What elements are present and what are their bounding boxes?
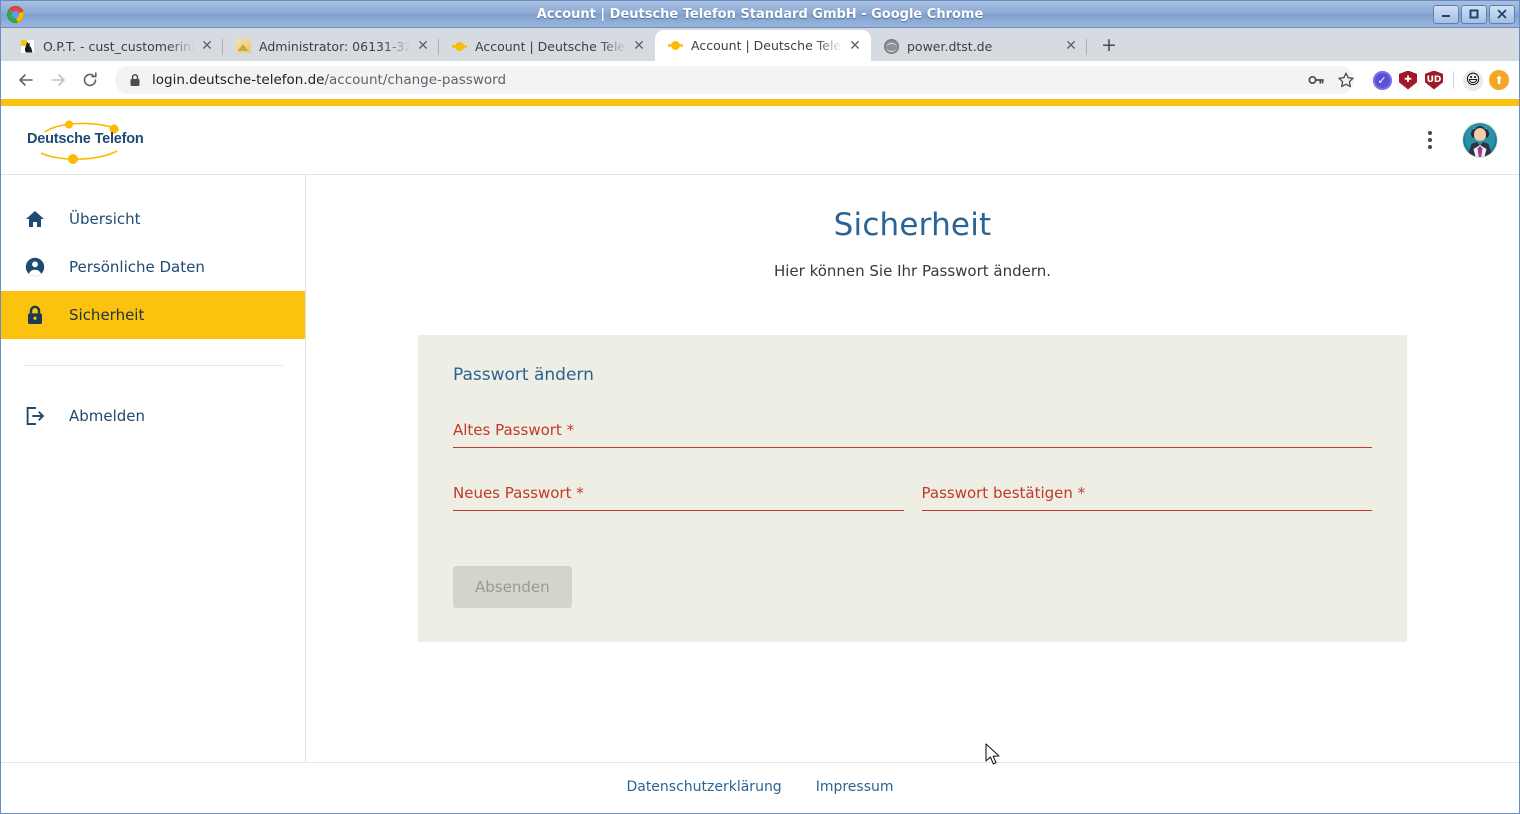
forward-icon[interactable] <box>43 65 73 95</box>
page-subtitle: Hier können Sie Ihr Passwort ändern. <box>773 262 1052 280</box>
sidebar-item-abmelden[interactable]: Abmelden <box>1 392 305 440</box>
key-icon[interactable] <box>1302 66 1330 94</box>
minimize-button[interactable] <box>1433 4 1459 24</box>
page-footer: Datenschutzerklärung Impressum <box>1 762 1519 813</box>
browser-tab-active[interactable]: Account | Deutsche Telefo ✕ <box>655 30 871 61</box>
upload-extension-icon[interactable]: ⬆ <box>1489 70 1509 90</box>
new-password-label: Neues Passwort * <box>453 484 584 502</box>
browser-tab[interactable]: Account | Deutsche Telefo ✕ <box>439 31 655 61</box>
shield-ud-extension-icon[interactable]: UD <box>1424 70 1444 90</box>
card-title: Passwort ändern <box>453 365 594 385</box>
kebab-menu-icon[interactable] <box>1419 125 1441 155</box>
window-titlebar: Account | Deutsche Telefon Standard GmbH… <box>1 1 1519 28</box>
footer-link-impressum[interactable]: Impressum <box>816 779 894 795</box>
lock-icon <box>129 73 141 87</box>
tab-title: O.P.T. - cust_customerinf <box>43 38 195 54</box>
browser-tab[interactable]: O.P.T. - cust_customerinf ✕ <box>7 31 223 61</box>
field-underline <box>453 510 904 511</box>
check-badge-extension-icon[interactable]: ✓ <box>1372 70 1392 90</box>
tab-close-icon[interactable]: ✕ <box>197 36 217 56</box>
tab-close-icon[interactable]: ✕ <box>629 36 649 56</box>
browser-tab[interactable]: power.dtst.de ✕ <box>871 31 1087 61</box>
old-password-label: Altes Passwort * <box>453 421 575 439</box>
new-password-field[interactable]: Neues Passwort * <box>453 484 904 511</box>
sidebar-item-uebersicht[interactable]: Übersicht <box>1 195 305 243</box>
address-bar[interactable]: login.deutsche-telefon.de/account/change… <box>115 66 1354 94</box>
emoji-extension-icon[interactable]: 😃 <box>1463 69 1483 91</box>
user-avatar[interactable] <box>1463 123 1497 157</box>
shield-plus-extension-icon[interactable]: ✚ <box>1398 70 1418 90</box>
page-viewport: Deutsche Telefon Übersicht Persönliche D… <box>1 99 1519 813</box>
form-row-old-password: Altes Passwort * <box>436 421 1389 448</box>
sidebar-item-label: Abmelden <box>69 407 146 425</box>
form-row-new-password: Neues Passwort * Passwort bestätigen * <box>436 484 1389 511</box>
window-controls <box>1433 4 1519 24</box>
sidebar-item-label: Sicherheit <box>69 306 145 324</box>
confirm-password-label: Passwort bestätigen * <box>921 484 1086 502</box>
tab-close-icon[interactable]: ✕ <box>413 36 433 56</box>
star-icon[interactable] <box>1332 66 1360 94</box>
tab-title: Account | Deutsche Telefo <box>691 38 843 53</box>
footer-link-datenschutz[interactable]: Datenschutzerklärung <box>626 779 781 795</box>
tab-strip: O.P.T. - cust_customerinf ✕ Administrato… <box>1 28 1519 61</box>
toolbar-divider <box>1453 71 1454 89</box>
header-actions <box>1419 123 1497 157</box>
tab-title: Account | Deutsche Telefo <box>475 38 627 54</box>
browser-tab[interactable]: Administrator: 06131-327 ✕ <box>223 31 439 61</box>
site-header: Deutsche Telefon <box>1 106 1519 175</box>
opt-icon <box>19 38 35 54</box>
sidebar-item-sicherheit[interactable]: Sicherheit <box>1 291 305 339</box>
close-button[interactable] <box>1489 4 1515 24</box>
maximize-button[interactable] <box>1461 4 1487 24</box>
deutsche-telefon-logo[interactable]: Deutsche Telefon <box>25 115 144 165</box>
chrome-icon <box>7 5 24 23</box>
remote-desktop-icon <box>235 38 251 54</box>
tab-title: power.dtst.de <box>907 38 993 54</box>
sidebar-item-label: Übersicht <box>69 210 141 228</box>
new-tab-button[interactable]: + <box>1095 31 1123 59</box>
submit-area: Absenden <box>436 566 1389 608</box>
back-icon[interactable] <box>11 65 41 95</box>
brand-accent-bar <box>1 99 1519 106</box>
tab-close-icon[interactable]: ✕ <box>1061 36 1081 56</box>
omnibox-actions <box>1302 66 1360 94</box>
window-title: Account | Deutsche Telefon Standard GmbH… <box>536 6 984 22</box>
sidebar: Übersicht Persönliche Daten Sicherheit A… <box>1 175 306 762</box>
reload-icon[interactable] <box>75 65 105 95</box>
change-password-card: Passwort ändern Altes Passwort * Neues P… <box>418 335 1407 642</box>
url-path: /account/change-password <box>324 72 507 88</box>
sidebar-item-label: Persönliche Daten <box>69 258 205 276</box>
globe-icon <box>883 38 899 54</box>
confirm-password-field[interactable]: Passwort bestätigen * <box>921 484 1372 511</box>
home-icon <box>23 207 47 231</box>
extension-icons: ✓ ✚ UD 😃 ⬆ <box>1372 69 1509 91</box>
page-title: Sicherheit <box>833 207 992 243</box>
page-body: Übersicht Persönliche Daten Sicherheit A… <box>1 175 1519 762</box>
lock-icon <box>23 303 47 327</box>
field-underline <box>453 447 1372 448</box>
tab-title: Administrator: 06131-327 <box>259 38 411 54</box>
submit-button[interactable]: Absenden <box>453 566 572 608</box>
url-host: login.deutsche-telefon.de <box>152 72 325 88</box>
old-password-field[interactable]: Altes Passwort * <box>453 421 1372 448</box>
tab-close-icon[interactable]: ✕ <box>845 36 865 56</box>
sidebar-item-persoenliche-daten[interactable]: Persönliche Daten <box>1 243 305 291</box>
logo-text: Deutsche Telefon <box>27 131 144 147</box>
field-underline <box>921 510 1372 511</box>
logout-icon <box>23 404 47 428</box>
browser-window: Account | Deutsche Telefon Standard GmbH… <box>0 0 1520 814</box>
browser-toolbar: login.deutsche-telefon.de/account/change… <box>1 61 1519 99</box>
deutsche-telefon-icon <box>667 38 683 54</box>
person-icon <box>23 255 47 279</box>
deutsche-telefon-icon <box>451 38 467 54</box>
main-content: Sicherheit Hier können Sie Ihr Passwort … <box>306 175 1519 762</box>
